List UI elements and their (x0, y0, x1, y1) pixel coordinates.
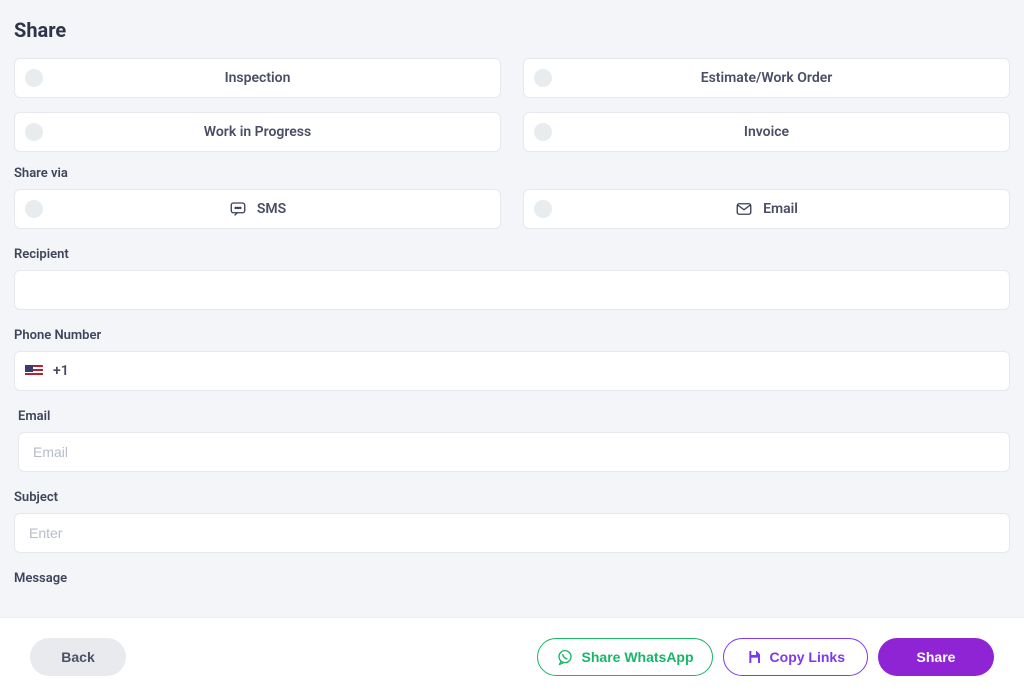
share-dialog: Share Inspection Estimate/Work Order Wor… (0, 0, 1024, 696)
radio-icon (25, 123, 43, 141)
share-via-sms[interactable]: SMS (14, 189, 501, 229)
email-input[interactable] (18, 432, 1010, 472)
recipient-label: Recipient (14, 247, 1010, 262)
doc-option-label: Work in Progress (204, 124, 311, 140)
radio-icon (25, 69, 43, 87)
sms-icon (229, 200, 247, 218)
radio-icon (534, 200, 552, 218)
flag-us-icon (25, 365, 43, 377)
subject-label: Subject (14, 490, 1010, 505)
phone-label: Phone Number (14, 328, 1010, 343)
share-via-option-label: Email (763, 201, 798, 217)
share-button[interactable]: Share (878, 638, 994, 676)
recipient-input[interactable] (14, 270, 1010, 310)
radio-icon (534, 123, 552, 141)
phone-field-wrap[interactable]: +1 (14, 351, 1010, 391)
doc-options-row-2: Work in Progress Invoice (14, 112, 1010, 152)
save-icon (746, 649, 762, 665)
share-via-email[interactable]: Email (523, 189, 1010, 229)
doc-options-row-1: Inspection Estimate/Work Order (14, 58, 1010, 98)
content-area: Share Inspection Estimate/Work Order Wor… (0, 0, 1024, 617)
doc-option-invoice[interactable]: Invoice (523, 112, 1010, 152)
page-title: Share (14, 18, 1010, 42)
phone-prefix: +1 (53, 363, 69, 379)
doc-option-label: Inspection (225, 70, 291, 86)
share-via-option-label: SMS (257, 201, 286, 217)
share-whatsapp-button[interactable]: Share WhatsApp (537, 638, 713, 676)
share-via-row: SMS Email (14, 189, 1010, 229)
copy-links-button[interactable]: Copy Links (723, 638, 868, 676)
share-via-label: Share via (14, 166, 1010, 181)
back-button[interactable]: Back (30, 638, 126, 676)
radio-icon (25, 200, 43, 218)
doc-option-estimate[interactable]: Estimate/Work Order (523, 58, 1010, 98)
message-label: Message (14, 571, 1010, 586)
phone-input[interactable] (79, 352, 999, 390)
email-label: Email (18, 409, 1010, 424)
doc-option-wip[interactable]: Work in Progress (14, 112, 501, 152)
radio-icon (534, 69, 552, 87)
footer-bar: Back Share WhatsApp Copy Links (0, 617, 1024, 696)
subject-input[interactable] (14, 513, 1010, 553)
doc-option-label: Invoice (744, 124, 789, 140)
mail-icon (735, 200, 753, 218)
whatsapp-icon (556, 648, 574, 666)
doc-option-inspection[interactable]: Inspection (14, 58, 501, 98)
doc-option-label: Estimate/Work Order (701, 70, 833, 86)
